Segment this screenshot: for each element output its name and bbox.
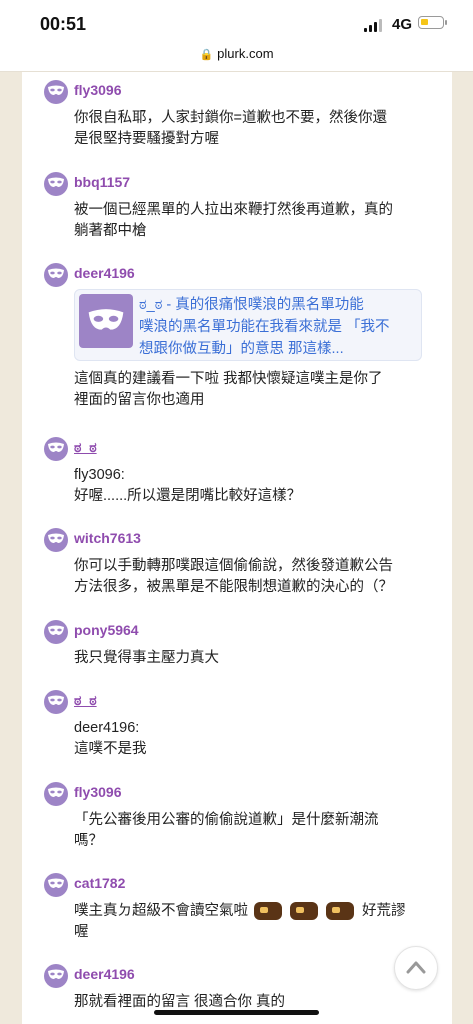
response-text: 你很自私耶，人家封鎖你=道歉也不要，然後你還 是很堅持要騷擾對方喔	[74, 108, 434, 150]
scroll-to-top-button[interactable]	[394, 946, 438, 990]
response-line: 好喔......所以還是閉嘴比較好這樣？	[74, 488, 302, 504]
avatar[interactable]	[44, 964, 68, 988]
network-type: 4G	[392, 16, 413, 33]
response-line: 你可以手動轉那噗跟這個偷偷說，然後發道歉公告	[74, 558, 393, 574]
mask-icon	[48, 878, 64, 888]
link-line: ಠ_ಠ - 真的很痛恨噗浪的黑名單功能	[139, 297, 364, 313]
response-text: 被一個已經黑單的人拉出來鞭打然後再道歉，真的 躺著都中槍	[74, 200, 434, 242]
username-link[interactable]: witch7613	[74, 530, 141, 546]
response-line-text: 好荒謬	[362, 903, 406, 919]
page-margin-right	[452, 72, 473, 1024]
mask-icon	[48, 85, 64, 95]
mask-icon	[48, 625, 64, 635]
username-link[interactable]: pony5964	[74, 622, 139, 638]
response-line: 我只覺得事主壓力真大	[74, 650, 219, 666]
response-text: deer4196: 這噗不是我	[74, 718, 434, 760]
mask-icon	[48, 533, 64, 543]
response-line: fly3096:	[74, 467, 125, 483]
link-text[interactable]: ಠ_ಠ - 真的很痛恨噗浪的黑名單功能 噗浪的黑名單功能在我看來就是 「我不 想…	[139, 294, 419, 360]
response-text: 我只覺得事主壓力真大	[74, 648, 434, 669]
link-thumbnail	[79, 294, 133, 348]
avatar[interactable]	[44, 528, 68, 552]
avatar[interactable]	[44, 873, 68, 897]
chevron-up-icon	[406, 961, 426, 974]
avatar[interactable]	[44, 80, 68, 104]
username-link[interactable]: fly3096	[74, 784, 121, 800]
username-link[interactable]: fly3096	[74, 82, 121, 98]
emoticon-icon	[326, 902, 354, 921]
username-link[interactable]: ಠ_ಠ	[74, 439, 97, 456]
home-indicator[interactable]	[154, 1010, 319, 1015]
response-line: 這噗不是我	[74, 741, 147, 757]
url-text: plurk.com	[217, 46, 274, 61]
username-link[interactable]: ಠ_ಠ	[74, 692, 97, 709]
response-line: 裡面的留言你也適用	[74, 392, 205, 408]
mask-icon	[88, 309, 124, 330]
battery-icon	[418, 16, 447, 29]
response-text: 「先公審後用公審的偷偷說道歉」是什麼新潮流 嗎？	[74, 810, 434, 852]
response-text: fly3096: 好喔......所以還是閉嘴比較好這樣？	[74, 465, 434, 507]
response-line: 躺著都中槍	[74, 223, 147, 239]
emoticon-icon	[254, 902, 282, 921]
response-line: 這個真的建議看一下啦 我都快懷疑這噗主是你了	[74, 371, 383, 387]
link-line: 想跟你做互動」的意思 那這樣...	[139, 341, 344, 357]
username-link[interactable]: deer4196	[74, 966, 135, 982]
response-line: 「先公審後用公審的偷偷說道歉」是什麼新潮流	[74, 812, 379, 828]
link-line: 噗浪的黑名單功能在我看來就是 「我不	[139, 319, 390, 335]
avatar[interactable]	[44, 172, 68, 196]
username-link[interactable]: deer4196	[74, 265, 135, 281]
mask-icon	[48, 442, 64, 452]
response-line-text: 噗主真ㄉ超級不會讀空氣啦	[74, 903, 248, 919]
username-link[interactable]: bbq1157	[74, 174, 130, 190]
response-line: 喔	[74, 924, 89, 940]
avatar[interactable]	[44, 690, 68, 714]
response-list: fly3096 你很自私耶，人家封鎖你=道歉也不要，然後你還 是很堅持要騷擾對方…	[22, 72, 452, 1024]
response-line: 噗主真ㄉ超級不會讀空氣啦 好荒謬	[74, 901, 446, 922]
signal-icon	[364, 18, 384, 32]
status-bar: 00:51 4G	[0, 0, 473, 44]
mask-icon	[48, 177, 64, 187]
response-line: deer4196:	[74, 720, 140, 736]
mask-icon	[48, 268, 64, 278]
avatar[interactable]	[44, 782, 68, 806]
url-bar[interactable]: 🔒 plurk.com	[0, 44, 473, 72]
response-text: 這個真的建議看一下啦 我都快懷疑這噗主是你了 裡面的留言你也適用	[74, 369, 434, 411]
response-line: 被一個已經黑單的人拉出來鞭打然後再道歉，真的	[74, 202, 393, 218]
response-line: 你很自私耶，人家封鎖你=道歉也不要，然後你還	[74, 110, 387, 126]
avatar[interactable]	[44, 263, 68, 287]
response-line: 嗎？	[74, 833, 103, 849]
mask-icon	[48, 969, 64, 979]
emoticon-group	[254, 901, 362, 922]
mask-icon	[48, 695, 64, 705]
lock-icon: 🔒	[199, 49, 214, 61]
response-line: 方法很多，被黑單是不能限制想道歉的決心的（？	[74, 579, 393, 595]
username-link[interactable]: cat1782	[74, 875, 125, 891]
avatar[interactable]	[44, 437, 68, 461]
emoticon-icon	[290, 902, 318, 921]
mask-icon	[48, 787, 64, 797]
status-time: 00:51	[40, 14, 87, 34]
plurk-link-card[interactable]: ಠ_ಠ - 真的很痛恨噗浪的黑名單功能 噗浪的黑名單功能在我看來就是 「我不 想…	[74, 289, 422, 361]
page-margin-left	[0, 72, 22, 1024]
avatar[interactable]	[44, 620, 68, 644]
response-text: 噗主真ㄉ超級不會讀空氣啦 好荒謬 喔	[74, 901, 446, 943]
response-line: 是很堅持要騷擾對方喔	[74, 131, 219, 147]
response-text: 你可以手動轉那噗跟這個偷偷說，然後發道歉公告 方法很多，被黑單是不能限制想道歉的…	[74, 556, 434, 598]
